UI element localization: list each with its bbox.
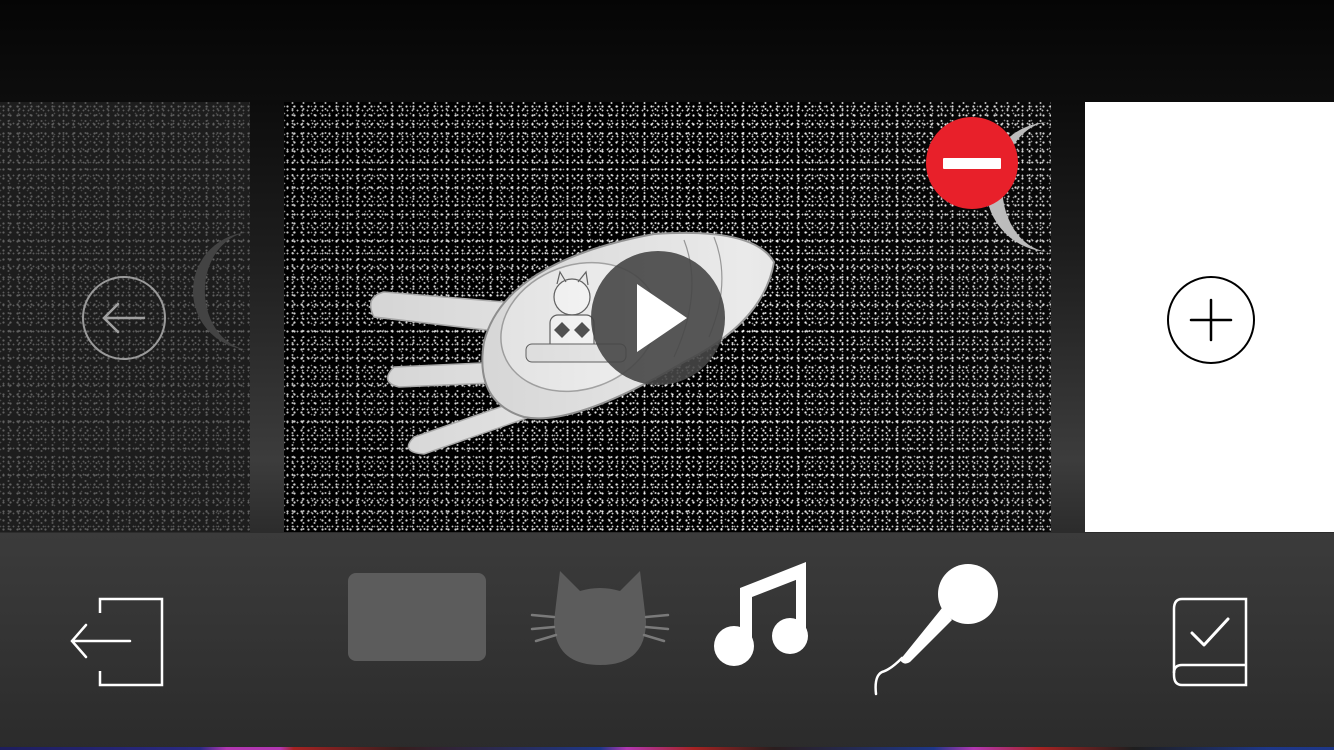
character-tool-button[interactable] <box>530 563 670 669</box>
background-tool-button[interactable] <box>348 573 486 661</box>
finish-book-button[interactable] <box>1170 595 1252 690</box>
exit-door-arrow-icon <box>70 597 164 687</box>
top-bar <box>0 0 1334 100</box>
play-button[interactable] <box>591 251 725 385</box>
add-page-panel[interactable] <box>1085 102 1334 532</box>
plus-icon <box>1189 298 1233 342</box>
cat-face-icon <box>530 571 670 665</box>
music-note-icon <box>714 562 808 666</box>
minus-icon <box>943 157 1001 169</box>
exit-button[interactable] <box>66 595 168 690</box>
previous-page-button[interactable] <box>82 276 166 360</box>
play-icon <box>637 284 687 352</box>
arrow-left-icon <box>102 302 146 334</box>
remove-page-button[interactable] <box>926 117 1018 209</box>
book-check-icon <box>1172 597 1248 687</box>
microphone-icon <box>874 564 998 696</box>
story-editor-screen <box>0 0 1334 750</box>
music-tool-button[interactable] <box>712 560 814 670</box>
add-page-button[interactable] <box>1167 276 1255 364</box>
record-tool-button[interactable] <box>870 562 1002 698</box>
